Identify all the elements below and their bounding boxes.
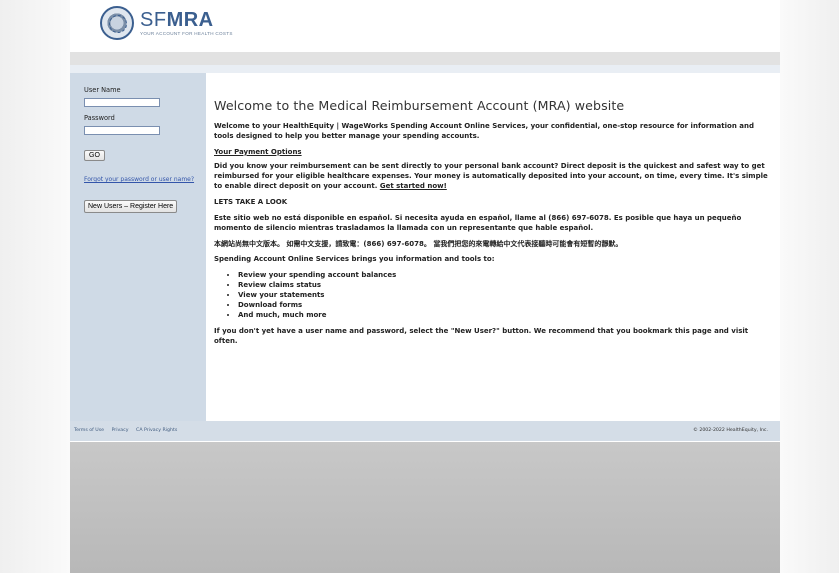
header-divider-bar (70, 52, 780, 65)
header: SFMRA YOUR ACCOUNT FOR HEALTH COSTS (70, 0, 780, 52)
direct-deposit-paragraph: Did you know your reimbursement can be s… (214, 162, 772, 192)
footer: Terms of Use Privacy CA Privacy Rights ©… (70, 421, 780, 441)
forgot-password-link[interactable]: Forgot your password or user name? (84, 176, 204, 184)
sfmra-logo: SFMRA YOUR ACCOUNT FOR HEALTH COSTS (100, 6, 233, 40)
page-backdrop-left (0, 0, 70, 573)
main-content: Welcome to the Medical Reimbursement Acc… (206, 73, 780, 421)
page-title: Welcome to the Medical Reimbursement Acc… (214, 98, 625, 113)
list-item: Download forms (238, 301, 772, 311)
content-row: User Name Password GO Forgot your passwo… (70, 73, 780, 421)
logo-tagline: YOUR ACCOUNT FOR HEALTH COSTS (140, 30, 233, 36)
password-label: Password (84, 114, 115, 122)
terms-of-use-link[interactable]: Terms of Use (74, 428, 104, 433)
password-input[interactable] (84, 126, 160, 135)
header-divider-bar-light (70, 65, 780, 73)
logo-brand: SFMRA (140, 10, 233, 30)
username-label: User Name (84, 86, 121, 94)
login-sidebar: User Name Password GO Forgot your passwo… (70, 73, 206, 421)
list-item: Review claims status (238, 281, 772, 291)
page-backdrop-right (780, 0, 839, 573)
privacy-link[interactable]: Privacy (112, 428, 129, 433)
ca-privacy-rights-link[interactable]: CA Privacy Rights (136, 428, 177, 433)
list-item: Review your spending account balances (238, 271, 772, 281)
direct-deposit-text: Did you know your reimbursement can be s… (214, 161, 768, 190)
logo-brand-bold: MRA (166, 8, 214, 31)
username-input[interactable] (84, 98, 160, 107)
list-item: View your statements (238, 291, 772, 301)
go-button[interactable]: GO (84, 150, 105, 161)
closing-paragraph: If you don't yet have a user name and pa… (214, 327, 749, 345)
copyright-text: © 2002-2022 HealthEquity, Inc. (693, 428, 768, 433)
lets-take-a-look-heading: LETS TAKE A LOOK (214, 197, 288, 206)
intro-paragraph: Welcome to your HealthEquity | WageWorks… (214, 122, 754, 140)
spanish-notice: Este sitio web no está disponible en esp… (214, 213, 742, 232)
new-users-register-button[interactable]: New Users – Register Here (84, 200, 178, 214)
logo-text: SFMRA YOUR ACCOUNT FOR HEALTH COSTS (140, 10, 233, 37)
city-seal-icon (100, 6, 134, 40)
logo-brand-prefix: SF (140, 8, 167, 31)
page-container: SFMRA YOUR ACCOUNT FOR HEALTH COSTS User… (70, 0, 780, 442)
footer-links: Terms of Use Privacy CA Privacy Rights (74, 428, 183, 433)
get-started-link[interactable]: Get started now! (380, 182, 447, 190)
tools-list: Review your spending account balances Re… (214, 271, 772, 321)
tools-intro: Spending Account Online Services brings … (214, 255, 495, 264)
chinese-notice: 本網站尚無中文版本。 如需中文支援，請致電：(866) 697-6078。 當我… (214, 239, 623, 248)
list-item: And much, much more (238, 311, 772, 321)
payment-options-link[interactable]: Your Payment Options (214, 148, 772, 156)
